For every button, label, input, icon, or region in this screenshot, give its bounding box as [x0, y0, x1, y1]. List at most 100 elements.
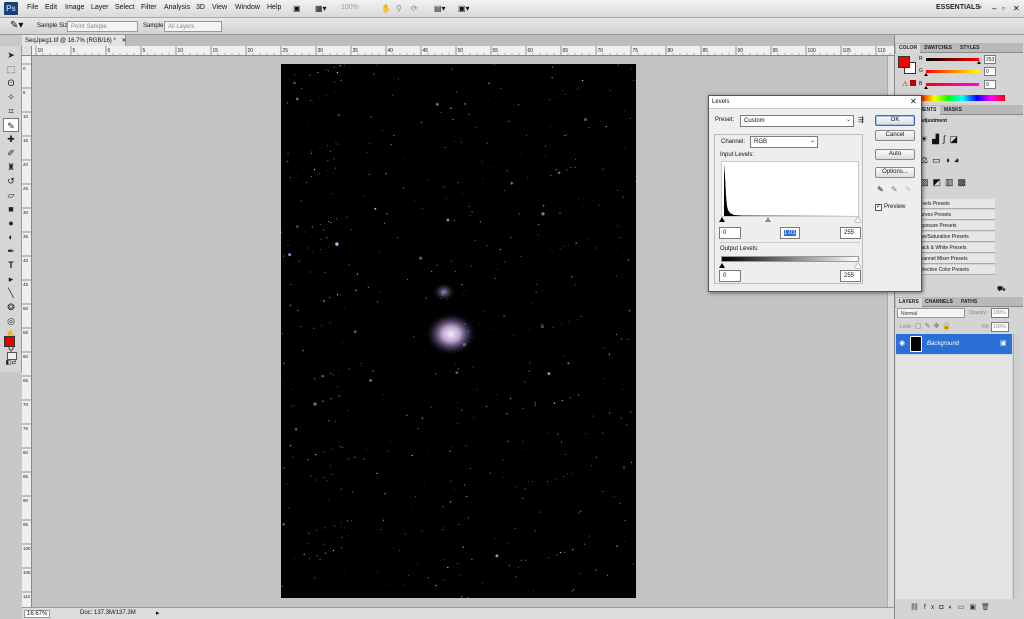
visibility-eye-icon[interactable]: ◉ — [899, 339, 905, 347]
menu-select[interactable]: Select — [115, 4, 134, 11]
gamut-warning-icon[interactable]: ⚠ — [902, 80, 908, 88]
blend-mode-select[interactable]: Normal — [897, 308, 965, 318]
healing-brush-tool-icon[interactable]: ✚ — [3, 132, 19, 146]
foreground-swatch-top[interactable] — [898, 56, 910, 68]
r-slider-thumb[interactable] — [976, 61, 981, 64]
document-image[interactable] — [280, 63, 636, 599]
gamut-color-swatch[interactable] — [910, 80, 916, 86]
ruler-origin[interactable] — [22, 46, 32, 56]
status-menu-icon[interactable]: ▸ — [156, 609, 160, 617]
ok-button[interactable]: OK — [875, 115, 915, 126]
gradient-tool-icon[interactable]: ■ — [3, 202, 19, 216]
close-app-icon[interactable]: ✕ — [1013, 4, 1020, 13]
layers-scrollbar[interactable] — [1013, 334, 1021, 599]
menu-file[interactable]: File — [27, 4, 38, 11]
eyedropper-tool-preset-icon[interactable]: ✎▾ — [10, 20, 23, 31]
eraser-tool-icon[interactable]: ▱ — [3, 188, 19, 202]
lasso-tool-icon[interactable]: ʘ — [3, 76, 19, 90]
type-tool-icon[interactable]: T — [3, 258, 19, 272]
lock-icons[interactable]: ▢✎✥🔒 — [915, 322, 954, 330]
tab-paths[interactable]: PATHS — [958, 298, 980, 307]
opacity-field[interactable]: 100% — [991, 308, 1009, 318]
black-point-eyedropper-icon[interactable]: ✎ — [877, 185, 884, 194]
tab-masks[interactable]: MASKS — [941, 106, 965, 115]
path-selection-tool-icon[interactable]: ▸ — [3, 272, 19, 286]
history-brush-tool-icon[interactable]: ↺ — [3, 174, 19, 188]
adjustment-icons-row-1[interactable]: ☀▟∫◪ — [920, 134, 962, 145]
adjustment-icons-row-3[interactable]: ▨◩▥▩ — [920, 177, 970, 188]
blur-tool-icon[interactable]: ● — [3, 216, 19, 230]
bridge-icon[interactable]: ▣ — [293, 4, 301, 13]
tab-styles[interactable]: STYLES — [957, 44, 982, 53]
close-dialog-icon[interactable]: ✕ — [910, 97, 917, 106]
zoom-level[interactable]: 100% — [341, 4, 359, 11]
doc-size[interactable]: Doc: 137.3M/137.3M — [80, 610, 136, 616]
shape-tool-icon[interactable]: ╲ — [3, 286, 19, 300]
menu-help[interactable]: Help — [267, 4, 281, 11]
preset-selective-color[interactable]: Selective Color Presets — [915, 265, 995, 275]
input-black-field[interactable]: 0 — [719, 227, 741, 239]
photoshop-logo-icon[interactable]: Ps — [4, 2, 18, 15]
brush-tool-icon[interactable]: ✐ — [3, 146, 19, 160]
white-point-eyedropper-icon[interactable]: ✎ — [905, 185, 912, 194]
preset-curves[interactable]: Curves Presets — [915, 210, 995, 220]
layer-row-background[interactable]: ◉ Background ▣ — [896, 334, 1012, 354]
input-gamma-field[interactable]: 1.01 — [780, 227, 800, 239]
g-slider-thumb[interactable] — [924, 73, 928, 76]
r-value[interactable]: 253 — [984, 55, 996, 64]
workspace-dropdown-icon[interactable]: » — [978, 4, 982, 11]
menu-analysis[interactable]: Analysis — [164, 4, 190, 11]
b-slider-thumb[interactable] — [924, 86, 928, 89]
menu-window[interactable]: Window — [235, 4, 260, 11]
tab-swatches[interactable]: SWATCHES — [921, 44, 955, 53]
cancel-button[interactable]: Cancel — [875, 130, 915, 141]
menu-filter[interactable]: Filter — [141, 4, 157, 11]
output-white-slider[interactable] — [855, 263, 861, 268]
preview-checkbox[interactable]: ✓ — [875, 204, 882, 211]
preset-channel-mixer[interactable]: Channel Mixer Presets — [915, 254, 995, 264]
move-tool-icon[interactable]: ➤ — [3, 48, 19, 62]
output-black-field[interactable]: 0 — [719, 270, 741, 282]
crop-tool-icon[interactable]: ⌗ — [3, 104, 19, 118]
input-black-slider[interactable] — [719, 217, 725, 222]
quick-mask-icon[interactable] — [7, 352, 17, 360]
preset-hue-saturation[interactable]: Hue/Saturation Presets — [915, 232, 995, 242]
channel-select[interactable]: RGB ⌄ — [750, 136, 818, 148]
close-tab-icon[interactable]: ✕ — [121, 38, 126, 44]
preset-options-icon[interactable]: ⇶ — [858, 116, 864, 124]
levels-titlebar[interactable]: Levels ✕ — [709, 96, 921, 109]
input-white-field[interactable]: 255 — [840, 227, 861, 239]
document-tab[interactable]: SeqJpeg1.tif @ 16.7% (RGB/16) * ✕ — [22, 35, 127, 46]
options-button[interactable]: Options... — [875, 167, 915, 178]
auto-button[interactable]: Auto — [875, 149, 915, 160]
g-slider[interactable] — [926, 70, 979, 73]
menu-layer[interactable]: Layer — [91, 4, 109, 11]
menu-3d[interactable]: 3D — [196, 4, 205, 11]
menu-edit[interactable]: Edit — [45, 4, 57, 11]
zoom-status[interactable]: 16.67% — [24, 610, 51, 618]
marquee-tool-icon[interactable]: ⬚ — [3, 62, 19, 76]
foreground-color-swatch[interactable] — [4, 336, 15, 347]
3d-rotate-tool-icon[interactable]: ❂ — [3, 300, 19, 314]
zoom-icon[interactable]: ⚲ — [396, 4, 402, 13]
view-extras-icon[interactable]: ▦▾ — [315, 4, 327, 13]
dodge-tool-icon[interactable]: ◐ — [3, 230, 19, 244]
output-black-slider[interactable] — [719, 263, 725, 268]
input-gamma-slider[interactable] — [765, 217, 771, 222]
g-value[interactable]: 0 — [984, 67, 996, 76]
clip-to-layer-icon[interactable]: ⛟ — [997, 285, 1006, 294]
3d-camera-tool-icon[interactable]: ◎ — [3, 314, 19, 328]
sample-size-select[interactable]: Point Sample — [67, 21, 138, 32]
pen-tool-icon[interactable]: ✒ — [3, 244, 19, 258]
arrange-documents-icon[interactable]: ▤▾ — [434, 4, 446, 13]
quick-select-tool-icon[interactable]: ✧ — [3, 90, 19, 104]
input-white-slider[interactable] — [855, 217, 861, 222]
tab-layers[interactable]: LAYERS — [896, 298, 922, 307]
adjustment-icons-row-2[interactable]: ⚖▭◑◕ — [920, 155, 963, 166]
preset-exposure[interactable]: Exposure Presets — [915, 221, 995, 231]
preset-black-white[interactable]: Black & White Presets — [915, 243, 995, 253]
minimize-icon[interactable]: – — [992, 4, 996, 13]
fill-field[interactable]: 100% — [991, 322, 1009, 332]
workspace-switcher[interactable]: ESSENTIALS — [936, 4, 980, 11]
output-white-field[interactable]: 255 — [840, 270, 861, 282]
